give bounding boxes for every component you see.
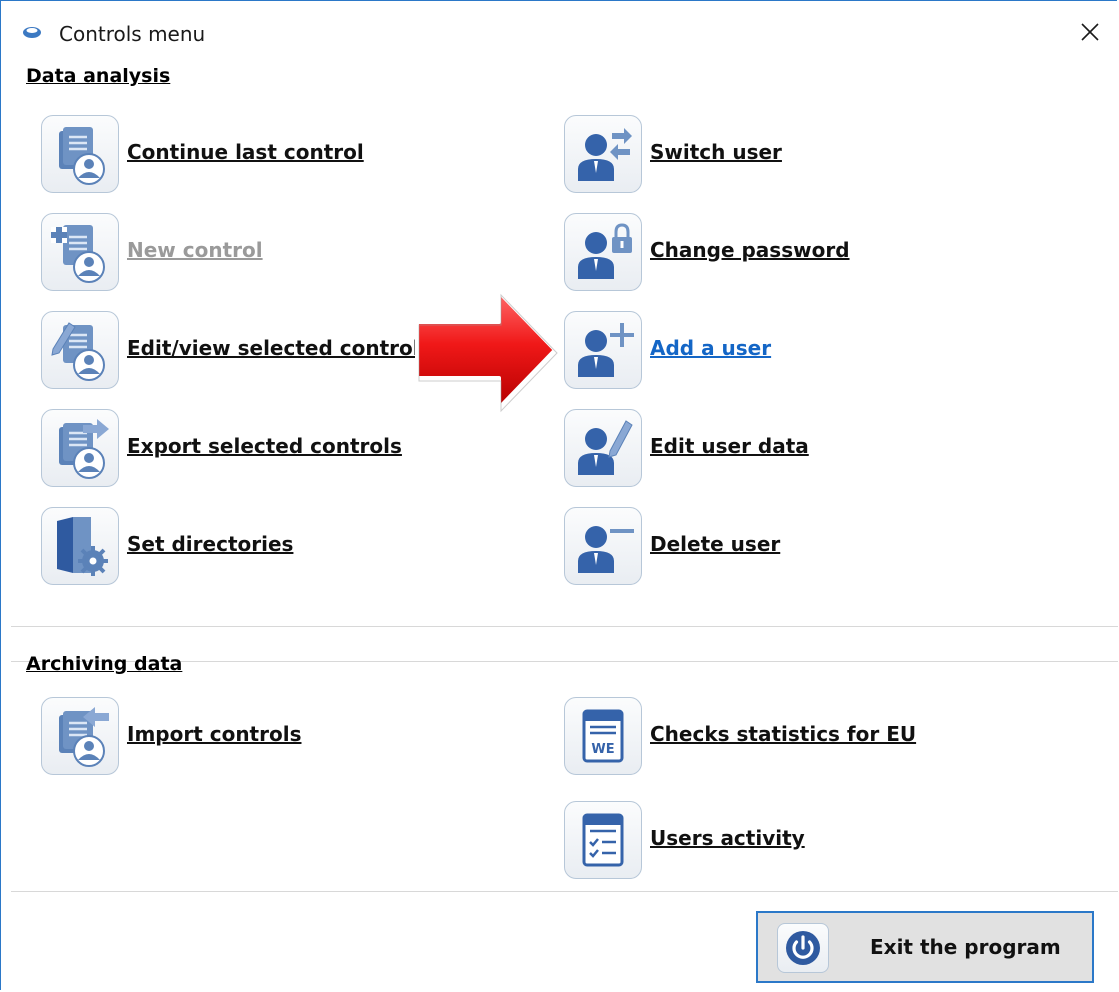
- we-text: WE: [591, 742, 614, 757]
- folder-gear-icon: [57, 517, 108, 576]
- import-controls-label[interactable]: Import controls: [127, 722, 301, 746]
- section-data-analysis: Data analysis: [26, 65, 171, 87]
- export-selected-controls-button[interactable]: [41, 409, 119, 487]
- we-document-icon: WE: [582, 709, 624, 763]
- delete-user-label[interactable]: Delete user: [650, 532, 780, 556]
- edit-user-data-button[interactable]: [564, 409, 642, 487]
- set-directories-button[interactable]: [41, 507, 119, 585]
- export-selected-controls-label[interactable]: Export selected controls: [127, 434, 402, 458]
- import-controls-button[interactable]: [41, 697, 119, 775]
- footer-divider: [11, 891, 1118, 892]
- user-minus-icon: [578, 526, 634, 573]
- continue-last-control-button[interactable]: [41, 115, 119, 193]
- checklist-icon: [582, 813, 624, 867]
- section-archiving-data: Archiving data: [26, 653, 183, 675]
- edit-user-data-label[interactable]: Edit user data: [650, 434, 809, 458]
- users-activity-button[interactable]: [564, 801, 642, 879]
- exit-program-label[interactable]: Exit the program: [870, 935, 1061, 959]
- switch-user-button[interactable]: [564, 115, 642, 193]
- document-plus-icon: [51, 225, 105, 283]
- user-lock-icon: [578, 223, 632, 279]
- exit-icon-frame: [777, 923, 829, 973]
- edit-view-selected-controls-button[interactable]: [41, 311, 119, 389]
- close-icon[interactable]: [1075, 17, 1105, 47]
- power-icon: [786, 931, 820, 965]
- exit-program-button[interactable]: Exit the program: [756, 911, 1094, 983]
- user-pencil-icon: [578, 420, 633, 475]
- set-directories-label[interactable]: Set directories: [127, 532, 293, 556]
- red-arrow-icon: [415, 290, 558, 413]
- new-control-label[interactable]: New control: [127, 238, 263, 262]
- add-user-button[interactable]: [564, 311, 642, 389]
- change-password-button[interactable]: [564, 213, 642, 291]
- document-user-icon: [59, 127, 105, 185]
- section-divider: [11, 626, 1118, 627]
- document-pencil-icon: [51, 322, 105, 381]
- continue-last-control-label[interactable]: Continue last control: [127, 140, 364, 164]
- edit-view-selected-controls-label[interactable]: Edit/view selected controls: [127, 336, 432, 360]
- controls-menu-window: Controls menu Data analysis Continue las…: [0, 0, 1118, 990]
- app-icon: [23, 27, 41, 38]
- document-import-icon: [59, 707, 109, 767]
- users-activity-label[interactable]: Users activity: [650, 826, 805, 850]
- user-switch-icon: [578, 128, 632, 181]
- title-bar: Controls menu: [1, 1, 1118, 57]
- document-export-icon: [59, 419, 109, 479]
- window-title: Controls menu: [59, 22, 206, 46]
- new-control-button[interactable]: [41, 213, 119, 291]
- checks-statistics-eu-label[interactable]: Checks statistics for EU: [650, 722, 916, 746]
- user-plus-icon: [578, 323, 634, 377]
- add-user-label[interactable]: Add a user: [650, 336, 771, 360]
- checks-statistics-eu-button[interactable]: WE: [564, 697, 642, 775]
- delete-user-button[interactable]: [564, 507, 642, 585]
- change-password-label[interactable]: Change password: [650, 238, 850, 262]
- switch-user-label[interactable]: Switch user: [650, 140, 782, 164]
